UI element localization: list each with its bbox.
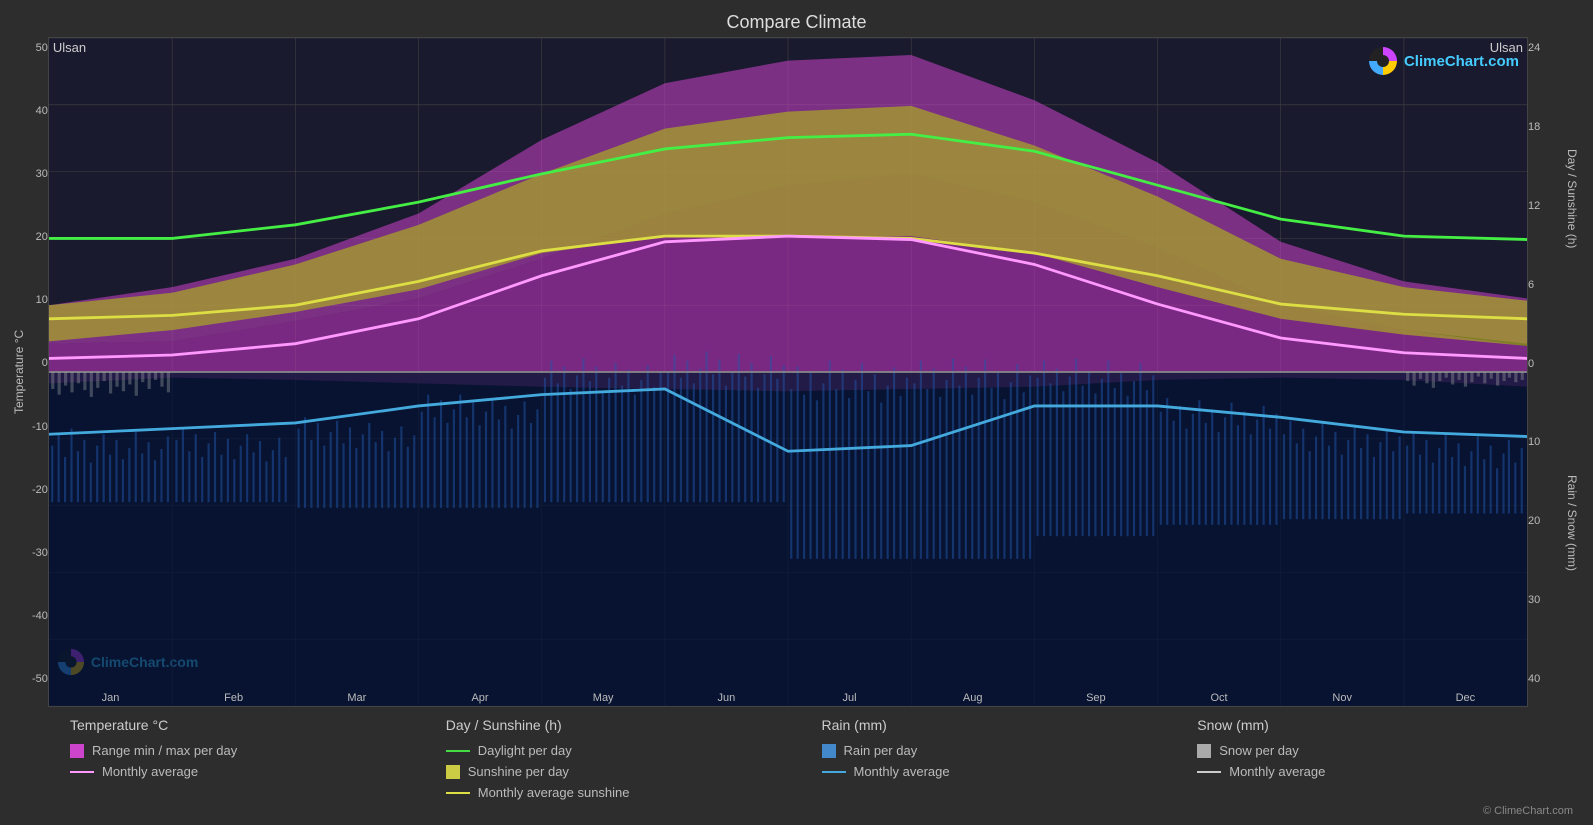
x-label-jul: Jul: [788, 692, 911, 704]
legend-title-sunshine: Day / Sunshine (h): [446, 717, 822, 733]
x-label-jan: Jan: [49, 692, 172, 704]
legend-item-snow-day: Snow per day: [1197, 743, 1573, 758]
legend-item-sunshine-avg: Monthly average sunshine: [446, 785, 822, 800]
right-axis-label-sunshine: Day / Sunshine (h): [1563, 37, 1581, 361]
chart-area: Temperature °C 50 40 30 20 10 0 -10 -20 …: [0, 37, 1593, 707]
x-label-oct: Oct: [1157, 692, 1280, 704]
x-axis-labels: Jan Feb Mar Apr May Jun Jul Aug Sep Oct …: [49, 692, 1527, 704]
legend-title-temperature: Temperature °C: [70, 717, 446, 733]
chart-title: Compare Climate: [0, 0, 1593, 37]
legend-swatch-rain: [822, 744, 836, 758]
legend-item-sunshine-day: Sunshine per day: [446, 764, 822, 779]
legend-item-temp-avg: Monthly average: [70, 764, 446, 779]
chart-canvas: Ulsan Ulsan ClimeChart.com: [48, 37, 1528, 707]
right-axis-ticks-sunshine: 24 18 12 6 0 10 20 30 40: [1528, 37, 1563, 707]
x-label-dec: Dec: [1404, 692, 1527, 704]
left-axis-ticks: 50 40 30 20 10 0 -10 -20 -30 -40 -50: [32, 37, 48, 707]
legend-label-sunshine-avg: Monthly average sunshine: [478, 785, 630, 800]
legend-line-temp-avg: [70, 771, 94, 773]
x-label-nov: Nov: [1281, 692, 1404, 704]
legend-item-temp-range: Range min / max per day: [70, 743, 446, 758]
legend-label-temp-range: Range min / max per day: [92, 743, 237, 758]
x-label-jun: Jun: [665, 692, 788, 704]
legend-area: Temperature °C Range min / max per day M…: [0, 707, 1593, 805]
legend-item-rain-avg: Monthly average: [822, 764, 1198, 779]
right-axis-label-rain: Rain / Snow (mm): [1563, 361, 1581, 685]
left-axis-label: Temperature °C: [10, 37, 28, 707]
right-axis-group: 24 18 12 6 0 10 20 30 40 Day / Sunshine …: [1528, 37, 1583, 707]
legend-item-snow-avg: Monthly average: [1197, 764, 1573, 779]
chart-svg: [49, 38, 1527, 706]
legend-line-snow-avg: [1197, 771, 1221, 773]
legend-col-temperature: Temperature °C Range min / max per day M…: [70, 717, 446, 800]
legend-label-snow-avg: Monthly average: [1229, 764, 1325, 779]
legend-label-snow-day: Snow per day: [1219, 743, 1299, 758]
x-label-may: May: [542, 692, 665, 704]
legend-line-rain-avg: [822, 771, 846, 773]
x-label-apr: Apr: [418, 692, 541, 704]
legend-line-daylight: [446, 750, 470, 752]
legend-label-daylight: Daylight per day: [478, 743, 572, 758]
legend-swatch-temp-range: [70, 744, 84, 758]
legend-title-snow: Snow (mm): [1197, 717, 1573, 733]
legend-item-daylight: Daylight per day: [446, 743, 822, 758]
legend-label-sunshine-day: Sunshine per day: [468, 764, 569, 779]
x-label-sep: Sep: [1034, 692, 1157, 704]
legend-label-rain-avg: Monthly average: [854, 764, 950, 779]
legend-label-temp-avg: Monthly average: [102, 764, 198, 779]
main-container: Compare Climate Temperature °C 50 40 30 …: [0, 0, 1593, 825]
legend-col-rain: Rain (mm) Rain per day Monthly average: [822, 717, 1198, 800]
legend-swatch-sunshine: [446, 765, 460, 779]
x-label-aug: Aug: [911, 692, 1034, 704]
legend-line-sunshine-avg: [446, 792, 470, 794]
x-label-mar: Mar: [295, 692, 418, 704]
legend-title-rain: Rain (mm): [822, 717, 1198, 733]
left-axis-group: Temperature °C 50 40 30 20 10 0 -10 -20 …: [10, 37, 48, 707]
legend-label-rain-day: Rain per day: [844, 743, 918, 758]
legend-col-sunshine: Day / Sunshine (h) Daylight per day Suns…: [446, 717, 822, 800]
legend-item-rain-day: Rain per day: [822, 743, 1198, 758]
legend-col-snow: Snow (mm) Snow per day Monthly average: [1197, 717, 1573, 800]
x-label-feb: Feb: [172, 692, 295, 704]
copyright: © ClimeChart.com: [0, 805, 1593, 825]
legend-swatch-snow: [1197, 744, 1211, 758]
